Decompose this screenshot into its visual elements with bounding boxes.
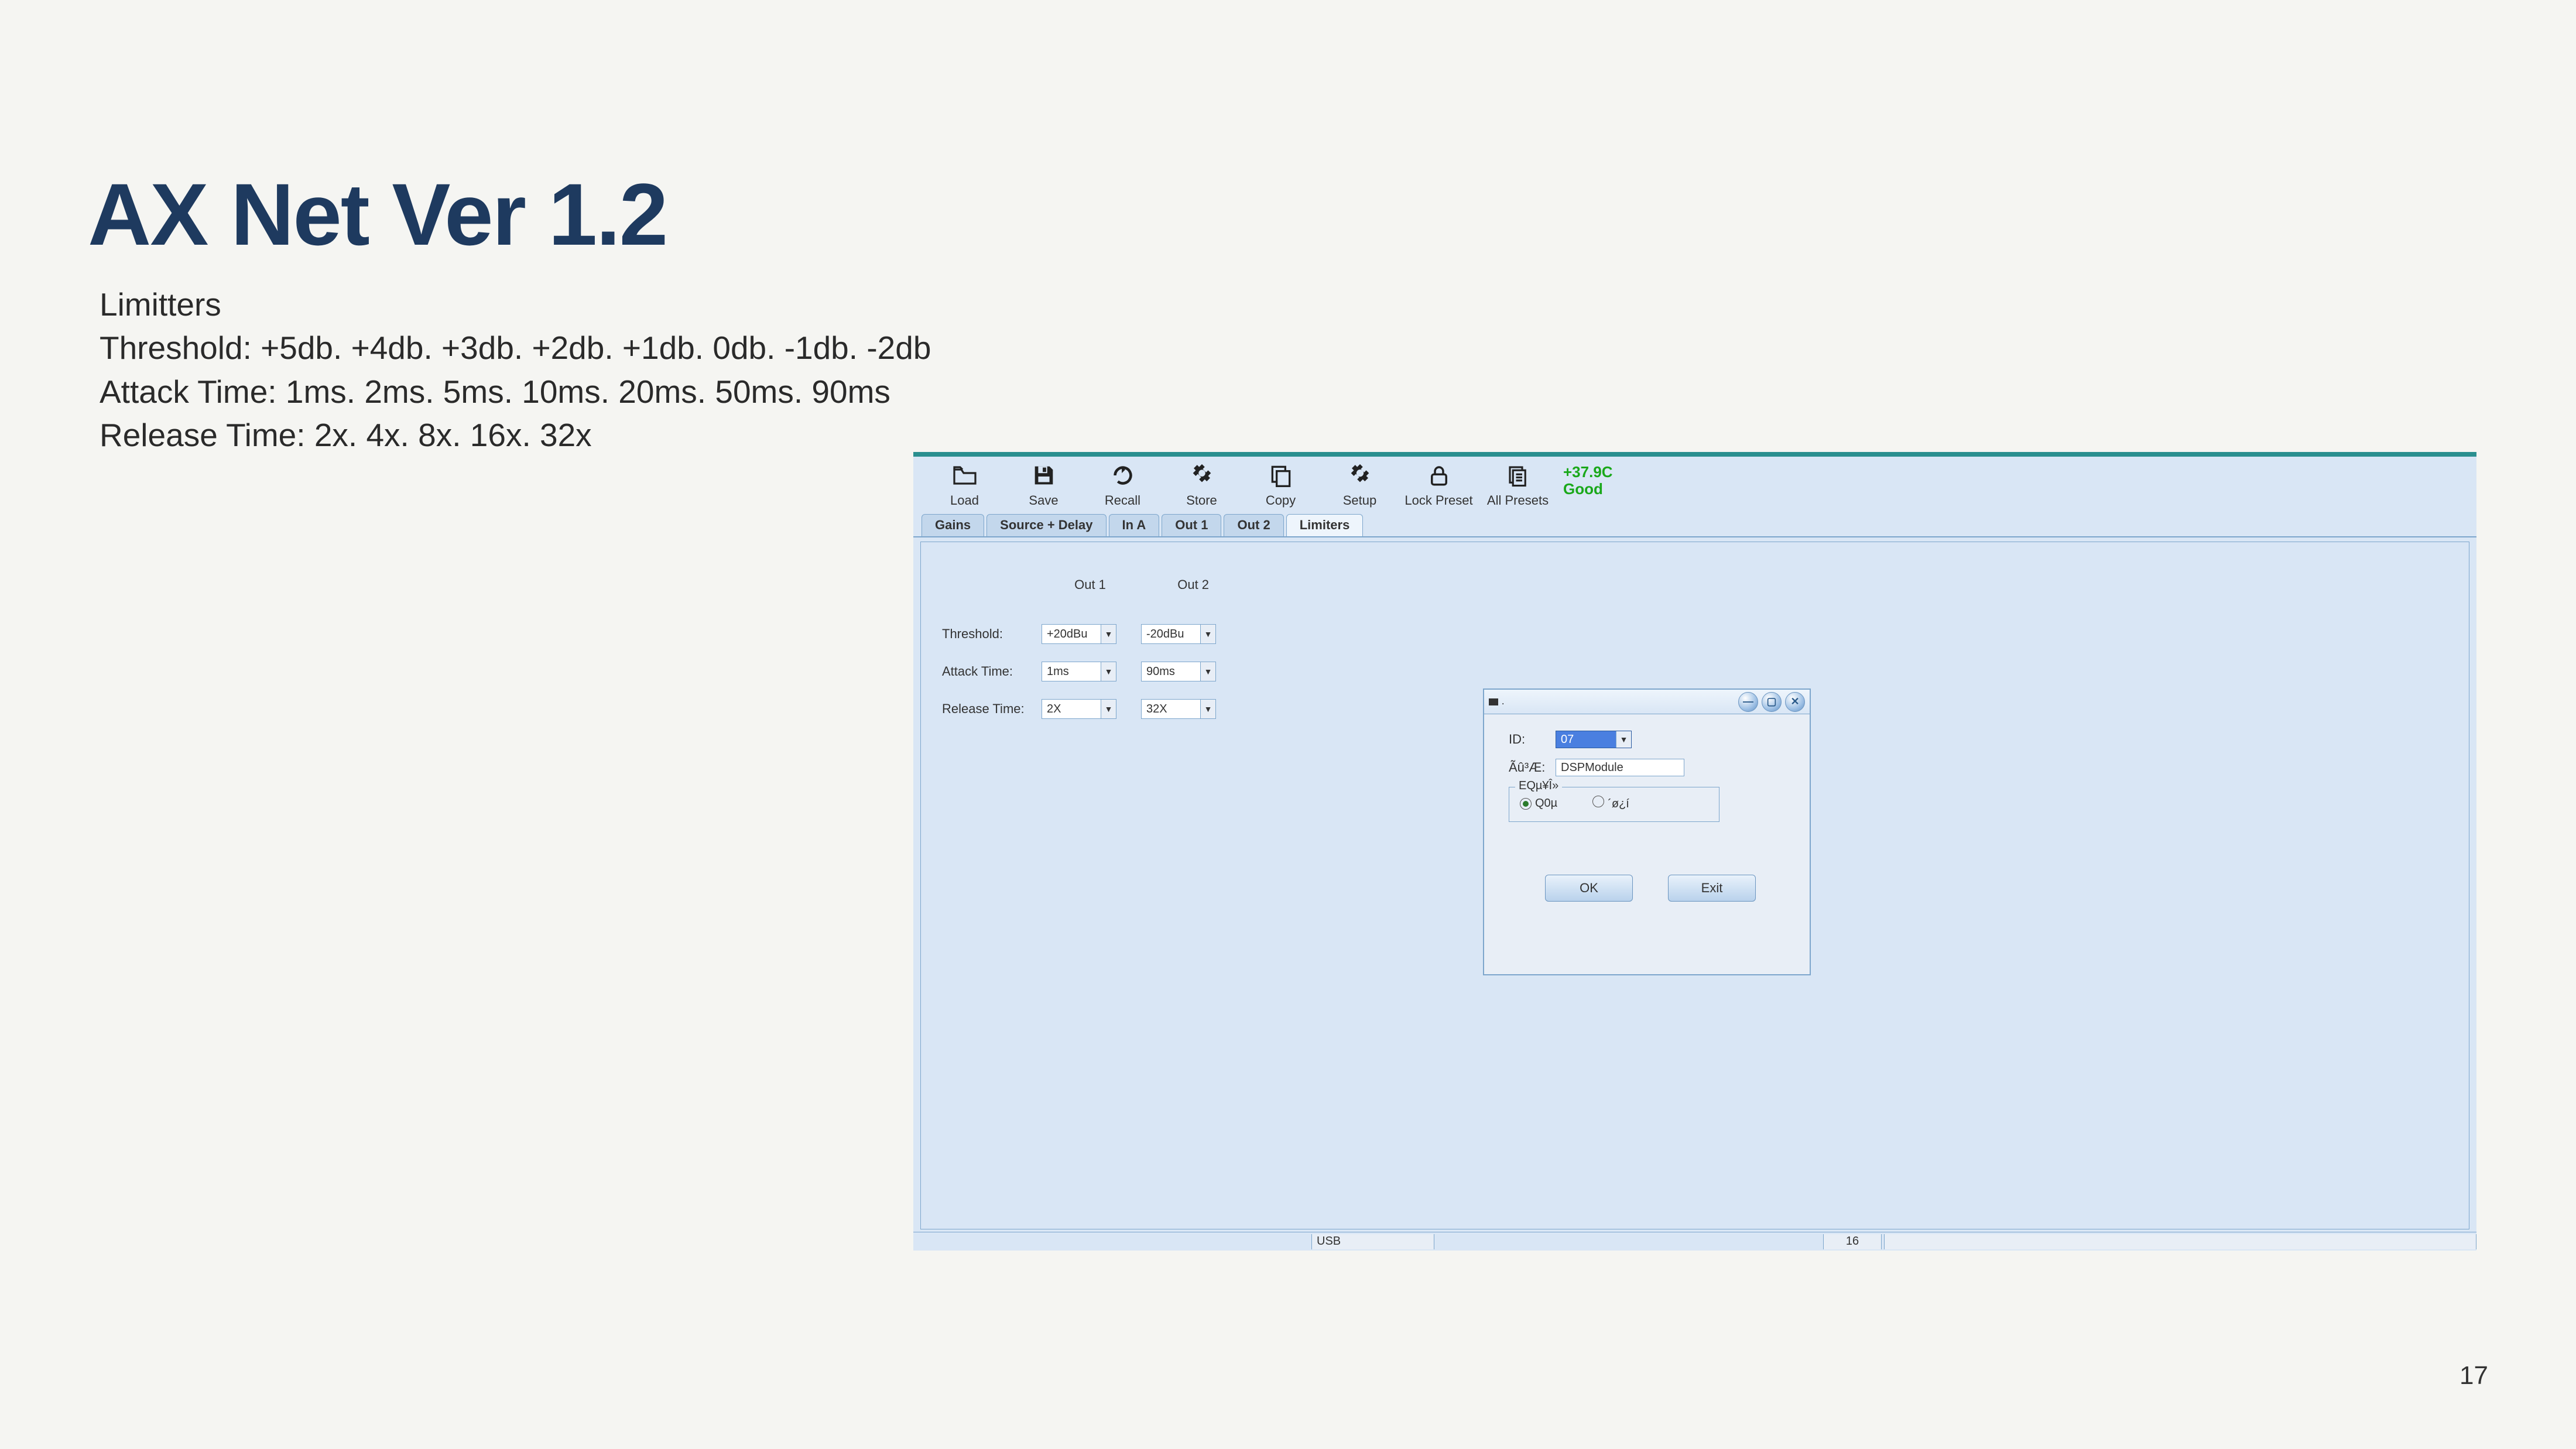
- status-bar: USB 16: [913, 1232, 2476, 1251]
- recall-label: Recall: [1105, 493, 1140, 508]
- ok-button[interactable]: OK: [1545, 875, 1633, 902]
- desc-line-attack: Attack Time: 1ms. 2ms. 5ms. 10ms. 20ms. …: [100, 370, 2488, 413]
- tab-limiters[interactable]: Limiters: [1286, 514, 1364, 536]
- copy-button[interactable]: Copy: [1241, 460, 1320, 513]
- desc-line-limitters: Limitters: [100, 283, 2488, 326]
- lock-label: Lock Preset: [1405, 493, 1472, 508]
- tab-in-a[interactable]: In A: [1109, 514, 1160, 536]
- status-temp: +37.9C: [1563, 464, 1613, 481]
- status-connection: USB: [1311, 1234, 1434, 1249]
- desc-line-threshold: Threshold: +5db. +4db. +3db. +2db. +1db.…: [100, 326, 2488, 369]
- save-icon: [1029, 460, 1059, 491]
- eq-unit-label: EQµ¥Î»: [1515, 779, 1562, 793]
- store-button[interactable]: Store: [1162, 460, 1241, 513]
- attack-out1-value: 1ms: [1047, 665, 1069, 679]
- attack-out1-select[interactable]: 1ms ▼: [1042, 662, 1116, 681]
- id-value: 07: [1561, 733, 1574, 746]
- recall-icon: [1108, 460, 1138, 491]
- setup-button[interactable]: Setup: [1320, 460, 1399, 513]
- tab-gains[interactable]: Gains: [922, 514, 984, 536]
- release-out1-value: 2X: [1047, 703, 1061, 716]
- threshold-out2-select[interactable]: -20dBu ▼: [1141, 624, 1216, 644]
- load-label: Load: [950, 493, 979, 508]
- app-window: Load Save Recall Store: [913, 452, 2476, 1251]
- radio-bw-label: ´ø¿í: [1608, 797, 1629, 810]
- recall-button[interactable]: Recall: [1083, 460, 1162, 513]
- radio-q-label: Q0µ: [1535, 797, 1557, 810]
- desc-line-release: Release Time: 2x. 4x. 8x. 16x. 32x: [100, 413, 2488, 457]
- eq-unit-group: EQµ¥Î» Q0µ ´ø¿í: [1509, 787, 1719, 822]
- save-label: Save: [1029, 493, 1058, 508]
- copy-icon: [1266, 460, 1296, 491]
- threshold-out1-value: +20dBu: [1047, 628, 1088, 641]
- chevron-down-icon: ▼: [1200, 625, 1215, 643]
- gear-icon: [1345, 460, 1375, 491]
- settings-dialog: . — ▢ ✕ ID: 07 ▼ Ãû³Æ:: [1483, 688, 1811, 975]
- id-select[interactable]: 07 ▼: [1556, 731, 1632, 748]
- page-number: 17: [2459, 1361, 2488, 1390]
- limiters-pane: Out 1 Out 2 Threshold: +20dBu ▼ -20dBu ▼…: [920, 542, 2469, 1229]
- status-value: 16: [1823, 1234, 1882, 1249]
- presets-icon: [1503, 460, 1533, 491]
- release-out1-select[interactable]: 2X ▼: [1042, 699, 1116, 719]
- attack-out2-value: 90ms: [1146, 665, 1175, 679]
- lock-icon: [1424, 460, 1454, 491]
- threshold-out2-value: -20dBu: [1146, 628, 1184, 641]
- dialog-titlebar[interactable]: . — ▢ ✕: [1484, 690, 1810, 714]
- setup-label: Setup: [1343, 493, 1377, 508]
- toolbar: Load Save Recall Store: [913, 457, 2476, 514]
- tab-bar: Gains Source + Delay In A Out 1 Out 2 Li…: [913, 514, 2476, 537]
- name-input[interactable]: DSPModule: [1556, 759, 1684, 776]
- save-button[interactable]: Save: [1004, 460, 1083, 513]
- maximize-button[interactable]: ▢: [1762, 692, 1782, 712]
- attack-label: Attack Time:: [942, 664, 1042, 679]
- status-readout: +37.9C Good: [1563, 464, 1613, 497]
- dialog-title: .: [1502, 697, 1504, 707]
- dialog-appicon: [1489, 698, 1498, 705]
- threshold-label: Threshold:: [942, 626, 1042, 642]
- status-text: Good: [1563, 481, 1613, 498]
- tab-source-delay[interactable]: Source + Delay: [986, 514, 1106, 536]
- load-button[interactable]: Load: [925, 460, 1004, 513]
- release-out2-select[interactable]: 32X ▼: [1141, 699, 1216, 719]
- minimize-button[interactable]: —: [1738, 692, 1758, 712]
- exit-button[interactable]: Exit: [1668, 875, 1756, 902]
- radio-q[interactable]: Q0µ: [1520, 797, 1557, 810]
- lock-preset-button[interactable]: Lock Preset: [1399, 460, 1478, 513]
- name-value: DSPModule: [1561, 761, 1623, 775]
- all-presets-label: All Presets: [1487, 493, 1549, 508]
- copy-label: Copy: [1266, 493, 1296, 508]
- tab-out-1[interactable]: Out 1: [1162, 514, 1221, 536]
- chevron-down-icon: ▼: [1200, 700, 1215, 718]
- col-header-out1: Out 1: [1040, 577, 1140, 592]
- chevron-down-icon: ▼: [1101, 625, 1116, 643]
- name-label: Ãû³Æ:: [1509, 760, 1556, 775]
- radio-icon: [1520, 798, 1532, 810]
- chevron-down-icon: ▼: [1101, 662, 1116, 681]
- all-presets-button[interactable]: All Presets: [1478, 460, 1557, 513]
- chevron-down-icon: ▼: [1101, 700, 1116, 718]
- store-label: Store: [1186, 493, 1217, 508]
- attack-out2-select[interactable]: 90ms ▼: [1141, 662, 1216, 681]
- release-out2-value: 32X: [1146, 703, 1167, 716]
- threshold-out1-select[interactable]: +20dBu ▼: [1042, 624, 1116, 644]
- col-header-out2: Out 2: [1143, 577, 1243, 592]
- radio-icon: [1592, 796, 1604, 807]
- slide-title: AX Net Ver 1.2: [88, 164, 2488, 265]
- folder-open-icon: [950, 460, 980, 491]
- id-label: ID:: [1509, 732, 1556, 747]
- chevron-down-icon: ▼: [1200, 662, 1215, 681]
- close-button[interactable]: ✕: [1785, 692, 1805, 712]
- tab-out-2[interactable]: Out 2: [1224, 514, 1283, 536]
- radio-bw[interactable]: ´ø¿í: [1592, 796, 1629, 811]
- store-icon: [1187, 460, 1217, 491]
- chevron-down-icon: ▼: [1616, 731, 1631, 748]
- release-label: Release Time:: [942, 701, 1042, 717]
